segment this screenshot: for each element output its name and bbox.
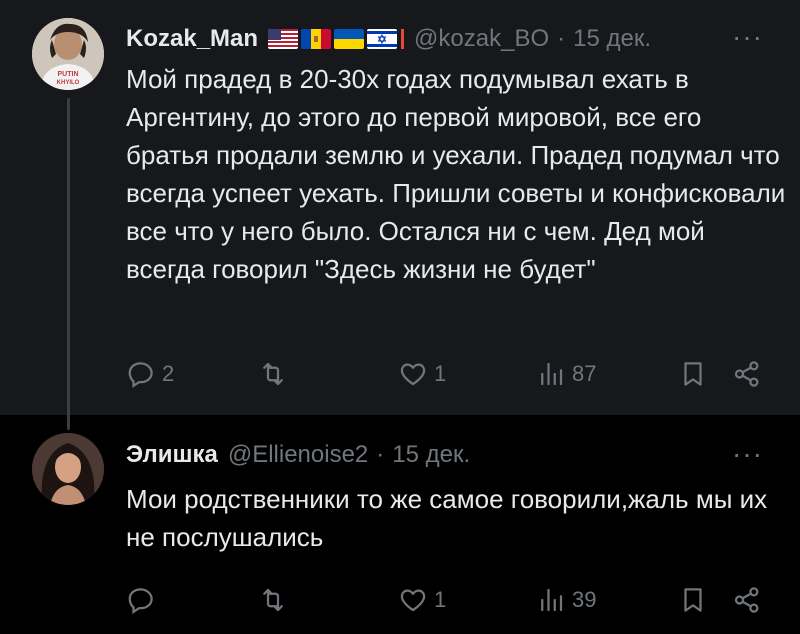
separator-dot: · <box>557 25 566 52</box>
tweet-date[interactable]: 15 дек. <box>573 25 651 53</box>
separator-dot: · <box>376 441 385 468</box>
bookmark-button[interactable] <box>678 354 708 394</box>
author-name[interactable]: Элишка <box>126 441 218 469</box>
avatar[interactable]: PUTIN KHYILO <box>32 18 104 90</box>
like-button[interactable]: 1 <box>398 354 446 394</box>
tweet-actions: 1 39 <box>126 580 770 620</box>
tweet-header: Элишка @Ellienoise2 · 15 дек. <box>126 440 470 470</box>
reply-count: 2 <box>162 361 175 386</box>
avatar[interactable] <box>32 433 104 505</box>
flag-emojis <box>268 29 405 49</box>
tweet-header: Kozak_Man @kozak_BO · 15 дек. <box>126 24 651 54</box>
bookmark-icon <box>684 588 702 612</box>
svg-text:KHYILO: KHYILO <box>57 80 80 86</box>
views-icon <box>541 362 563 386</box>
author-handle[interactable]: @kozak_BO <box>414 25 549 53</box>
view-count: 39 <box>572 587 597 612</box>
like-icon <box>400 363 426 386</box>
tweet-date[interactable]: 15 дек. <box>392 441 470 469</box>
retweet-icon <box>263 362 283 386</box>
flag-edge <box>401 29 405 49</box>
tweet-text: Мой прадед в 20-30х годах подумывал ехат… <box>126 64 793 284</box>
views-button[interactable]: 87 <box>536 354 596 394</box>
reply-icon <box>128 588 153 614</box>
views-button[interactable]: 39 <box>536 580 596 620</box>
share-icon <box>734 587 759 613</box>
like-button[interactable]: 1 <box>398 580 446 620</box>
retweet-button[interactable] <box>258 354 294 394</box>
israel-flag-icon <box>367 29 398 49</box>
more-options-button[interactable]: ··· <box>732 23 762 52</box>
like-icon <box>400 589 426 612</box>
more-options-button[interactable]: ··· <box>732 440 762 469</box>
share-button[interactable] <box>732 354 762 394</box>
like-count: 1 <box>434 361 447 386</box>
retweet-icon <box>263 588 283 612</box>
views-icon <box>541 588 563 612</box>
author-handle[interactable]: @Ellienoise2 <box>228 441 368 469</box>
share-button[interactable] <box>732 580 762 620</box>
tweet-actions: 2 1 87 <box>126 354 770 394</box>
tweet-text: Мои родственники то же самое говорили,жа… <box>126 484 775 552</box>
tweet-main[interactable]: PUTIN KHYILO Kozak_Man @kozak_BO · 15 де… <box>0 0 800 415</box>
view-count: 87 <box>572 361 597 386</box>
svg-text:PUTIN: PUTIN <box>58 71 79 78</box>
moldova-flag-icon <box>301 29 332 49</box>
author-name[interactable]: Kozak_Man <box>126 25 258 53</box>
retweet-button[interactable] <box>258 580 294 620</box>
bookmark-button[interactable] <box>678 580 708 620</box>
thread-connector <box>67 98 70 430</box>
reply-icon <box>128 362 153 388</box>
share-icon <box>734 361 759 387</box>
like-count: 1 <box>434 587 447 612</box>
us-flag-icon <box>268 29 299 49</box>
reply-button[interactable] <box>126 580 162 620</box>
ukraine-flag-icon <box>334 29 365 49</box>
reply-button[interactable]: 2 <box>126 354 174 394</box>
bookmark-icon <box>684 362 702 386</box>
